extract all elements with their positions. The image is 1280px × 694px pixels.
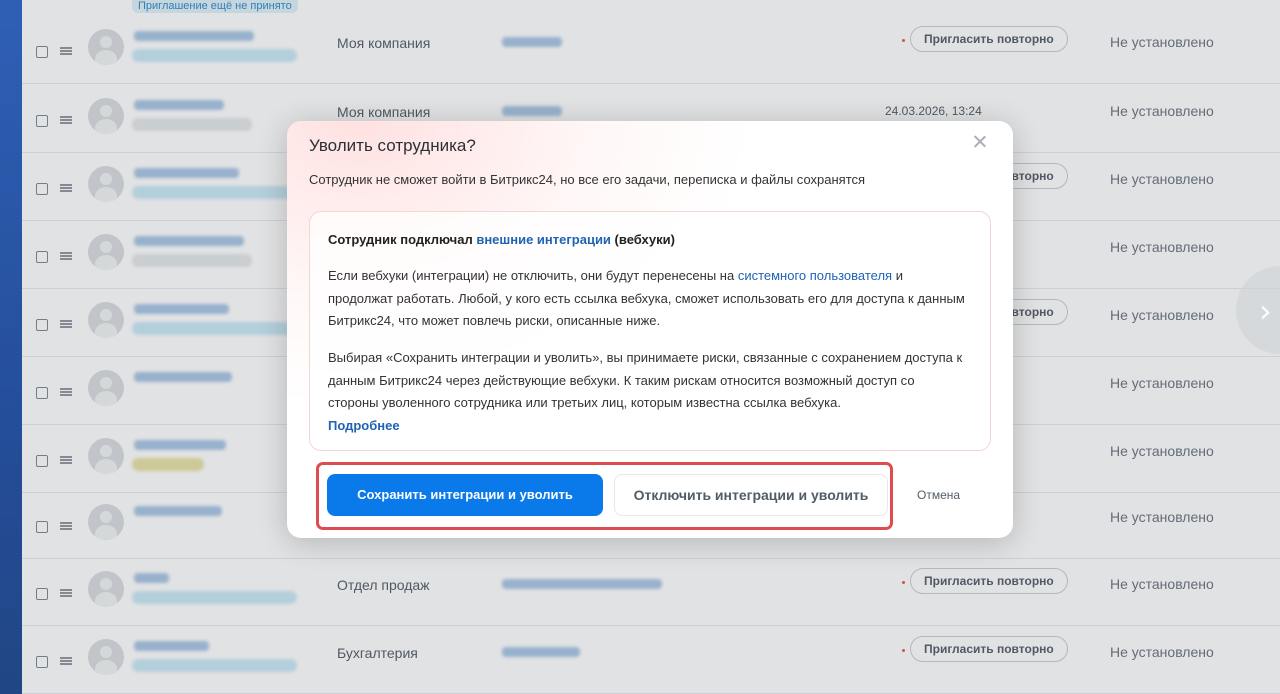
- warning-paragraph-1: Если вебхуки (интеграции) не отключить, …: [328, 265, 968, 333]
- more-link[interactable]: Подробнее: [328, 418, 400, 433]
- paragraph-text: Выбирая «Сохранить интеграции и уволить»…: [328, 350, 963, 410]
- chevron-right-icon: ›: [1259, 292, 1272, 330]
- disable-integrations-and-dismiss-button[interactable]: Отключить интеграции и уволить: [614, 474, 888, 516]
- heading-suffix: (вебхуки): [610, 232, 675, 247]
- close-icon[interactable]: [971, 133, 989, 151]
- system-user-link[interactable]: системного пользователя: [738, 268, 892, 283]
- paragraph-text: Если вебхуки (интеграции) не отключить, …: [328, 268, 738, 283]
- dialog-title: Уволить сотрудника?: [309, 136, 476, 155]
- warning-heading: Сотрудник подключал внешние интеграции (…: [328, 232, 675, 247]
- warning-paragraph-2: Выбирая «Сохранить интеграции и уволить»…: [328, 347, 968, 437]
- dialog-subtitle: Сотрудник не сможет войти в Битрикс24, н…: [309, 172, 866, 187]
- external-integrations-link[interactable]: внешние интеграции: [476, 232, 611, 247]
- heading-text: Сотрудник подключал: [328, 232, 477, 247]
- webhook-warning-card: Сотрудник подключал внешние интеграции (…: [309, 211, 991, 451]
- cancel-button[interactable]: Отмена: [917, 488, 960, 502]
- save-integrations-and-dismiss-button[interactable]: Сохранить интеграции и уволить: [327, 474, 603, 516]
